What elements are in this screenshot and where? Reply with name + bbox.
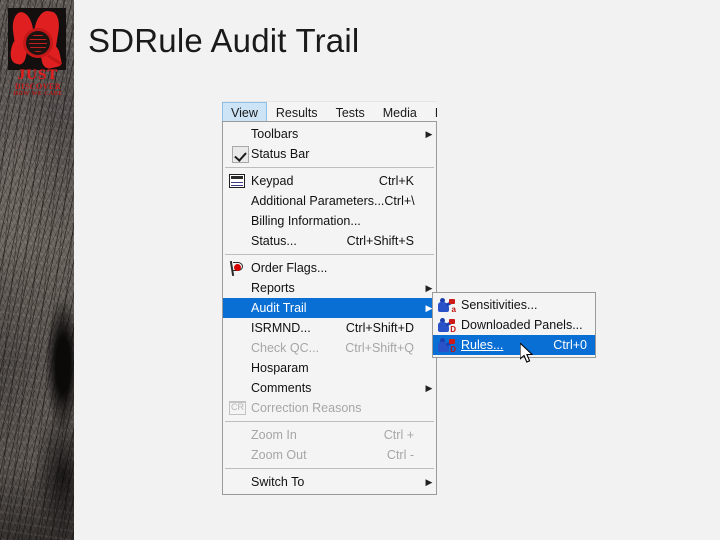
menu-item-toolbars[interactable]: Toolbars ▶ (223, 124, 436, 144)
menu-item-icon-slot (227, 232, 249, 250)
menu-separator (225, 468, 434, 469)
menu-item-label: Keypad (251, 174, 294, 188)
menu-item-label: Zoom Out (251, 448, 307, 462)
menu-item-zoom-in: Zoom In Ctrl + (223, 425, 436, 445)
logo-text-secondary: DISCOVER (14, 82, 62, 91)
submenu-arrow-icon: ▶ (425, 129, 433, 139)
menu-item-additional-parameters[interactable]: Additional Parameters... Ctrl+\ (223, 191, 436, 211)
menu-item-hosparam[interactable]: Hosparam (223, 358, 436, 378)
menu-item-icon-slot (227, 379, 249, 397)
menu-item-isrmnd[interactable]: ISRMND... Ctrl+Shift+D (223, 318, 436, 338)
menu-item-audit-trail[interactable]: Audit Trail ▶ (223, 298, 436, 318)
menu-item-order-flags[interactable]: Order Flags... (223, 258, 436, 278)
menubar-item-isolates[interactable]: Isolat (426, 102, 437, 122)
menu-item-status-bar[interactable]: Status Bar (223, 144, 436, 164)
menu-separator (225, 421, 434, 422)
menu-item-label: Hosparam (251, 361, 309, 375)
menu-separator (225, 167, 434, 168)
submenu-item-label: Sensitivities... (461, 298, 538, 312)
menu-item-status[interactable]: Status... Ctrl+Shift+S (223, 231, 436, 251)
menu-item-accelerator: Ctrl+Shift+S (346, 234, 414, 248)
menu-item-label: Audit Trail (251, 301, 307, 315)
view-dropdown-menu: Toolbars ▶ Status Bar Keypad Ctrl+K Addi… (222, 121, 437, 495)
order-flag-icon (229, 260, 246, 277)
menu-item-accelerator: Ctrl+Shift+Q (345, 341, 414, 355)
menu-item-label: Billing Information... (251, 214, 361, 228)
menu-item-accelerator: Ctrl + (383, 428, 414, 442)
menu-item-icon-slot (227, 426, 249, 444)
menu-item-label: ISRMND... (251, 321, 311, 335)
menu-item-icon-slot: CR (227, 399, 249, 417)
menu-item-keypad[interactable]: Keypad Ctrl+K (223, 171, 436, 191)
menu-item-reports[interactable]: Reports ▶ (223, 278, 436, 298)
menu-item-icon-slot (227, 279, 249, 297)
menu-item-icon-slot (227, 473, 249, 491)
menu-item-icon-slot: D (437, 316, 459, 334)
menu-item-label: Correction Reasons (251, 401, 362, 415)
menu-item-icon-slot (227, 145, 249, 163)
menu-item-label: Comments (251, 381, 312, 395)
rules-icon: D (438, 318, 456, 334)
menu-item-label: Toolbars (251, 127, 299, 141)
submenu-item-sensitivities[interactable]: a Sensitivities... (433, 295, 595, 315)
page-title: SDRule Audit Trail (88, 22, 360, 59)
slide-canvas: JUST DISCOVER HOW WE CARE SDRule Audit T… (0, 0, 720, 540)
menu-item-icon-slot (227, 359, 249, 377)
menubar-item-view[interactable]: View (222, 102, 267, 122)
submenu-item-rules[interactable]: D Rules... Ctrl+0 (433, 335, 595, 355)
menu-item-label: Status Bar (251, 147, 310, 161)
rules-icon: D (438, 338, 456, 354)
menu-item-icon-slot (227, 212, 249, 230)
menu-item-label: Reports (251, 281, 295, 295)
correction-reasons-icon: CR (228, 401, 246, 415)
slide-sidebar-graphic: JUST DISCOVER HOW WE CARE (0, 0, 74, 540)
menu-item-icon-slot: D (437, 336, 459, 354)
checkbox-icon (232, 146, 249, 163)
texture-shadow (46, 300, 74, 430)
submenu-item-label: Rules... (461, 338, 504, 352)
menu-item-zoom-out: Zoom Out Ctrl - (223, 445, 436, 465)
menu-item-accelerator: Ctrl+Shift+D (345, 321, 414, 335)
menubar-item-results[interactable]: Results (267, 102, 327, 122)
submenu-item-accelerator: Ctrl+0 (553, 338, 587, 352)
menu-item-icon-slot (227, 125, 249, 143)
logo-text-primary: JUST (17, 67, 59, 83)
app-menubar: View Results Tests Media Isolat (222, 101, 437, 122)
submenu-item-downloaded-panels[interactable]: D Downloaded Panels... (433, 315, 595, 335)
menubar-item-tests[interactable]: Tests (327, 102, 374, 122)
menu-item-label: Check QC... (251, 341, 320, 355)
menu-item-label: Status... (251, 234, 297, 248)
logo-artwork (8, 8, 66, 70)
menu-item-label: Zoom In (251, 428, 297, 442)
submenu-arrow-icon: ▶ (425, 477, 433, 487)
menu-item-check-qc: Check QC... Ctrl+Shift+Q (223, 338, 436, 358)
rules-icon: a (438, 298, 456, 314)
menu-item-icon-slot (227, 172, 249, 190)
menu-item-icon-slot (227, 446, 249, 464)
menu-item-icon-slot (227, 259, 249, 277)
company-logo: JUST DISCOVER HOW WE CARE (8, 8, 66, 97)
audit-trail-submenu: a Sensitivities... D Downloaded Panels..… (432, 292, 596, 358)
menu-separator (225, 254, 434, 255)
keypad-icon (229, 174, 245, 188)
menu-item-accelerator: Ctrl+K (378, 174, 414, 188)
menu-item-comments[interactable]: Comments ▶ (223, 378, 436, 398)
menu-item-icon-slot: a (437, 296, 459, 314)
submenu-item-label: Downloaded Panels... (461, 318, 583, 332)
menu-item-icon-slot (227, 299, 249, 317)
menu-item-icon-slot (227, 339, 249, 357)
menu-item-label: Switch To (251, 475, 305, 489)
menu-item-accelerator: Ctrl+\ (384, 194, 415, 208)
submenu-arrow-icon: ▶ (425, 383, 433, 393)
menu-item-label: Additional Parameters... (251, 194, 385, 208)
menubar-item-media[interactable]: Media (374, 102, 426, 122)
menu-item-billing-information[interactable]: Billing Information... (223, 211, 436, 231)
menu-item-label: Order Flags... (251, 261, 328, 275)
logo-text-tertiary: HOW WE CARE (13, 91, 63, 97)
menu-item-icon-slot (227, 319, 249, 337)
menu-item-correction-reasons: CR Correction Reasons (223, 398, 436, 418)
menu-item-icon-slot (227, 192, 249, 210)
menu-item-accelerator: Ctrl - (386, 448, 414, 462)
menu-item-switch-to[interactable]: Switch To ▶ (223, 472, 436, 492)
